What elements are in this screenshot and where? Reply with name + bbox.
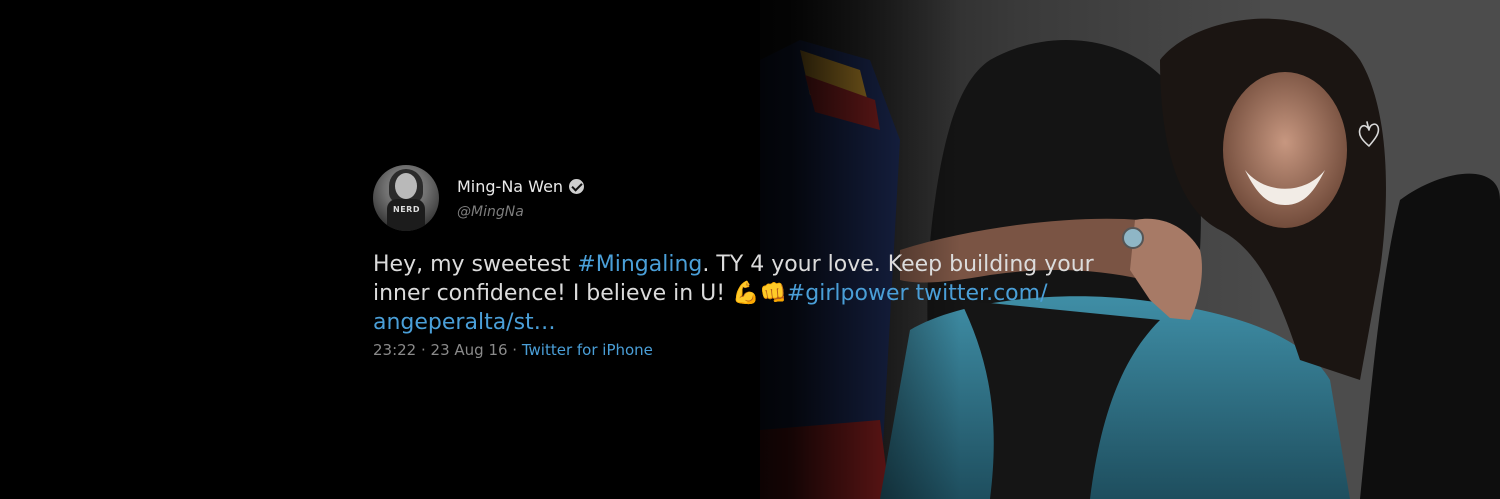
header-banner: NERD Ming-Na Wen @MingNa Hey, my sweetes… — [0, 0, 1500, 499]
user-handle[interactable]: @MingNa — [457, 204, 584, 220]
hashtag-girlpower[interactable]: #girlpower — [787, 281, 909, 306]
tweet-text: Hey, my sweetest #Mingaling. TY 4 your l… — [373, 250, 1133, 337]
hashtag-mingaling[interactable]: #Mingaling — [577, 252, 702, 277]
display-name[interactable]: Ming-Na Wen — [457, 177, 563, 196]
heart-doodle-icon — [1358, 121, 1380, 147]
muscle-fist-emoji-icon: 💪👊 — [732, 281, 787, 306]
tweet-text-part1: Hey, my sweetest — [373, 252, 578, 277]
avatar-shirt — [387, 199, 425, 231]
verified-badge-icon — [569, 178, 585, 194]
avatar[interactable]: NERD — [373, 165, 439, 231]
tweet-meta: 23:22 · 23 Aug 16 · Twitter for iPhone — [373, 341, 1153, 359]
tweet-timestamp[interactable]: 23:22 · 23 Aug 16 · — [373, 341, 522, 359]
avatar-face — [395, 173, 417, 199]
avatar-shirt-text: NERD — [393, 205, 420, 214]
author-names: Ming-Na Wen @MingNa — [457, 177, 585, 220]
tweet-header: NERD Ming-Na Wen @MingNa — [373, 165, 1153, 231]
tweet-source[interactable]: Twitter for iPhone — [522, 341, 653, 359]
tweet-card: NERD Ming-Na Wen @MingNa Hey, my sweetes… — [373, 165, 1153, 359]
display-name-row: Ming-Na Wen — [457, 177, 585, 196]
